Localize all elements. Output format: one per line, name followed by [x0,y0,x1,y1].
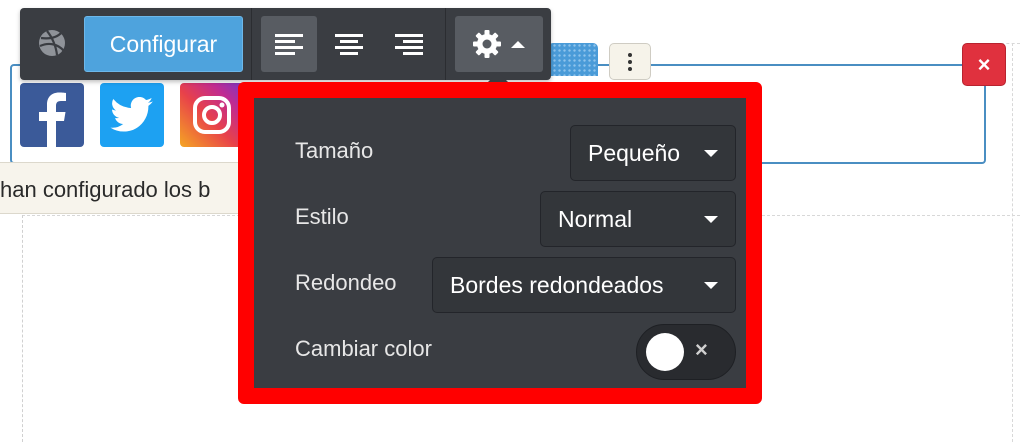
chevron-down-icon [704,282,718,289]
rounding-label: Redondeo [295,270,397,295]
dribbble-ball-icon [36,27,68,59]
align-right-button[interactable] [381,16,437,72]
configure-label: Configurar [109,30,218,57]
align-center-icon [335,33,363,55]
close-icon: × [695,337,708,362]
chevron-down-icon [704,150,718,157]
canvas-guide-vertical [22,215,23,442]
popover-arrow [488,72,508,82]
rounding-value: Bordes redondeados [450,271,664,298]
color-label: Cambiar color [295,336,432,361]
align-center-button[interactable] [321,16,377,72]
caret-up-icon [511,41,525,48]
size-value: Pequeño [588,139,681,166]
facebook-icon[interactable] [20,83,84,147]
style-label: Estilo [295,204,349,229]
settings-popover: Tamaño Pequeño Estilo Normal Redondeo Bo… [238,82,762,404]
change-color-toggle[interactable]: × [636,324,736,380]
drag-grid-icon[interactable] [548,43,598,76]
style-select[interactable]: Normal [540,191,736,247]
block-toolbar: Configurar [20,8,551,80]
close-icon: × [977,51,991,77]
size-select[interactable]: Pequeño [570,125,736,181]
chevron-down-icon [704,216,718,223]
configure-button[interactable]: Configurar [84,16,243,72]
twitter-bird-icon[interactable] [100,83,164,147]
style-value: Normal [558,205,633,232]
settings-button[interactable] [455,16,543,72]
size-label: Tamaño [295,138,374,163]
canvas-guide-right [1012,43,1013,442]
gear-icon [473,30,501,58]
toggle-knob [646,333,684,371]
vertical-dots-icon [628,52,632,57]
toolbar-divider [251,8,252,80]
block-more-button[interactable] [609,43,651,80]
align-left-button[interactable] [261,16,317,72]
editor-canvas: × han configurado los b Configurar Tamañ… [0,0,1020,442]
rounding-select[interactable]: Bordes redondeados [432,257,736,313]
tooltip-text: han configurado los b [0,177,211,202]
instagram-icon[interactable] [180,83,244,147]
align-right-icon [395,33,423,55]
status-tooltip: han configurado los b [0,162,245,214]
toolbar-divider [445,8,446,80]
align-left-icon [275,33,303,55]
block-close-button[interactable]: × [962,43,1006,86]
